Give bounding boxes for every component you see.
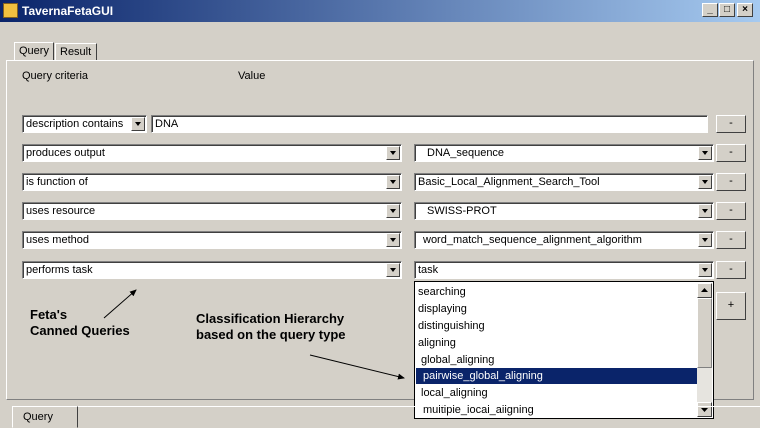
annotation-arrows [103, 289, 405, 380]
arrow-to-criteria [103, 289, 137, 319]
tab-query-bottom[interactable]: Query [12, 406, 78, 428]
divider [78, 406, 760, 407]
arrow-to-list [309, 354, 405, 380]
